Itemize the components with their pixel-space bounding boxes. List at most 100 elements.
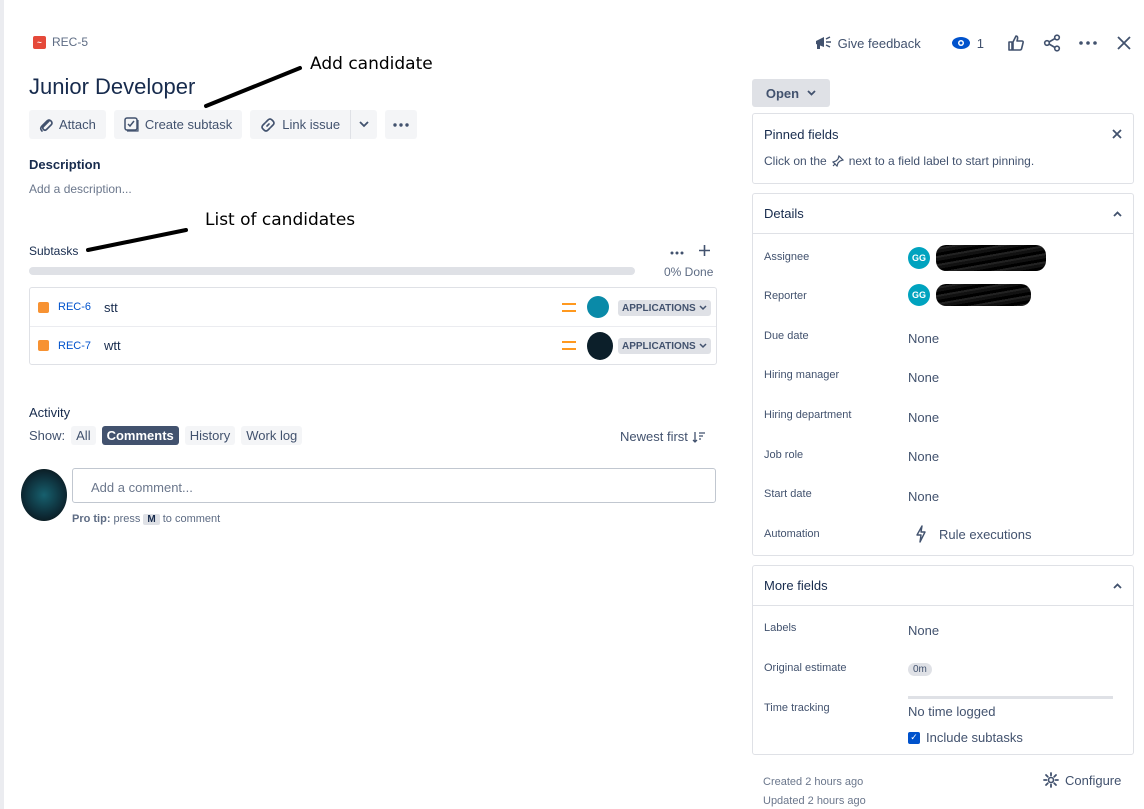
filter-work-log[interactable]: Work log xyxy=(241,426,303,445)
priority-medium-icon xyxy=(562,302,576,312)
like-icon[interactable] xyxy=(1006,33,1026,53)
include-subtasks-checkbox[interactable]: ✓ Include subtasks xyxy=(908,730,1023,745)
filter-history[interactable]: History xyxy=(184,426,236,445)
created-time: Created 2 hours ago xyxy=(763,776,864,788)
field-label-reporter: Reporter xyxy=(764,290,807,302)
field-label-labels: Labels xyxy=(764,622,797,634)
field-label-due-date: Due date xyxy=(764,330,809,342)
checkmark-icon: ✓ xyxy=(908,731,920,744)
filter-comments[interactable]: Comments xyxy=(101,426,179,445)
plus-icon[interactable] xyxy=(698,244,711,257)
avatar: GG xyxy=(908,247,930,269)
subtask-summary[interactable]: wtt xyxy=(104,338,121,353)
link-icon xyxy=(260,117,276,133)
status-label: APPLICATIONS xyxy=(622,302,696,314)
pro-tip: Pro tip: press M to comment xyxy=(72,513,220,525)
avatar[interactable] xyxy=(587,296,609,318)
hiring-department-value[interactable]: None xyxy=(908,410,939,425)
pinned-fields-hint: Click on the next to a field label to st… xyxy=(753,154,1133,178)
subtask-type-icon xyxy=(38,340,49,351)
rule-executions-label: Rule executions xyxy=(939,526,1032,542)
status-badge[interactable]: APPLICATIONS xyxy=(618,338,711,354)
subtask-icon xyxy=(124,117,139,132)
subtask-progress-bar xyxy=(29,267,635,275)
priority-medium-icon xyxy=(562,341,576,350)
job-role-value[interactable]: None xyxy=(908,449,939,464)
details-title: Details xyxy=(764,206,804,221)
subtasks-label: Subtasks xyxy=(29,244,79,258)
subtask-key[interactable]: REC-6 xyxy=(58,301,91,313)
filter-all[interactable]: All xyxy=(71,426,96,445)
link-issue-button[interactable]: Link issue xyxy=(250,110,378,139)
annotation-list-of-candidates: List of candidates xyxy=(205,210,356,230)
original-estimate-value[interactable]: 0m xyxy=(908,663,932,676)
subtask-summary[interactable]: stt xyxy=(104,300,118,315)
start-date-value[interactable]: None xyxy=(908,489,939,504)
more-icon[interactable] xyxy=(1078,33,1098,53)
chevron-up-icon[interactable] xyxy=(1113,582,1122,589)
estimate-lozenge: 0m xyxy=(908,663,932,676)
table-row[interactable]: REC-6 stt APPLICATIONS xyxy=(30,288,716,326)
issue-toolbar: Attach Create subtask Link issue xyxy=(29,110,418,139)
subtask-type-icon xyxy=(38,301,49,313)
annotation-arrow-add-candidate xyxy=(204,66,302,108)
pinned-fields-header: Pinned fields xyxy=(753,114,1133,154)
more-fields-header[interactable]: More fields xyxy=(753,566,1133,606)
breadcrumb[interactable]: ~ REC-5 xyxy=(33,35,88,49)
description-input[interactable]: Add a description... xyxy=(29,182,132,196)
subtask-key[interactable]: REC-7 xyxy=(58,340,91,352)
activity-filters: Show: All Comments History Work log xyxy=(29,426,303,445)
comment-input[interactable]: Add a comment... xyxy=(72,468,716,503)
chevron-down-icon[interactable] xyxy=(351,110,377,139)
paperclip-icon xyxy=(39,117,53,133)
avatar xyxy=(21,469,67,521)
give-feedback-button[interactable]: Give feedback xyxy=(806,31,929,55)
close-icon[interactable] xyxy=(1114,33,1134,53)
configure-button[interactable]: Configure xyxy=(1043,772,1121,788)
pro-tip-press: press xyxy=(113,513,141,525)
details-header[interactable]: Details xyxy=(753,194,1133,234)
labels-value[interactable]: None xyxy=(908,623,939,638)
attach-label: Attach xyxy=(59,117,96,132)
redacted-scribble xyxy=(936,245,1046,271)
watch-button[interactable]: 1 xyxy=(943,32,992,55)
field-label-automation: Automation xyxy=(764,528,820,540)
more-icon xyxy=(393,122,409,127)
avatar[interactable] xyxy=(587,332,613,360)
due-date-value[interactable]: None xyxy=(908,331,939,346)
lightning-icon xyxy=(915,525,927,543)
sort-label: Newest first xyxy=(620,429,688,444)
more-fields-title: More fields xyxy=(764,578,828,593)
close-icon[interactable] xyxy=(1112,129,1122,139)
avatar: GG xyxy=(908,284,930,306)
rule-executions-link[interactable]: Rule executions xyxy=(915,525,1032,543)
status-dropdown[interactable]: Open xyxy=(752,79,830,107)
reporter-value[interactable]: GG xyxy=(908,284,1031,306)
subtask-actions xyxy=(670,244,711,257)
field-label-time-tracking: Time tracking xyxy=(764,702,830,714)
more-actions-button[interactable] xyxy=(385,110,418,139)
progress-text: 0% Done xyxy=(664,265,714,279)
status-badge[interactable]: APPLICATIONS xyxy=(618,300,711,316)
attach-button[interactable]: Attach xyxy=(29,110,106,139)
assignee-value[interactable]: GG xyxy=(908,245,1046,271)
issue-key[interactable]: REC-5 xyxy=(52,35,88,49)
sort-button[interactable]: Newest first xyxy=(620,429,706,444)
description-label: Description xyxy=(29,157,101,172)
issue-title[interactable]: Junior Developer xyxy=(29,74,195,100)
share-icon[interactable] xyxy=(1042,33,1062,53)
pro-tip-prefix: Pro tip: xyxy=(72,513,111,525)
annotation-arrow-list xyxy=(86,228,188,252)
field-label-assignee: Assignee xyxy=(764,251,810,263)
chevron-up-icon[interactable] xyxy=(1113,210,1122,217)
field-label-start-date: Start date xyxy=(764,488,812,500)
status-label: APPLICATIONS xyxy=(622,340,696,352)
pinned-fields-title: Pinned fields xyxy=(764,126,839,142)
give-feedback-label: Give feedback xyxy=(837,35,921,51)
more-icon[interactable] xyxy=(670,244,684,257)
time-tracking-value[interactable]: No time logged xyxy=(908,704,995,719)
field-label-hiring-manager: Hiring manager xyxy=(764,369,840,381)
hiring-manager-value[interactable]: None xyxy=(908,370,939,385)
create-subtask-button[interactable]: Create subtask xyxy=(113,110,243,139)
table-row[interactable]: REC-7 wtt APPLICATIONS xyxy=(30,326,716,364)
